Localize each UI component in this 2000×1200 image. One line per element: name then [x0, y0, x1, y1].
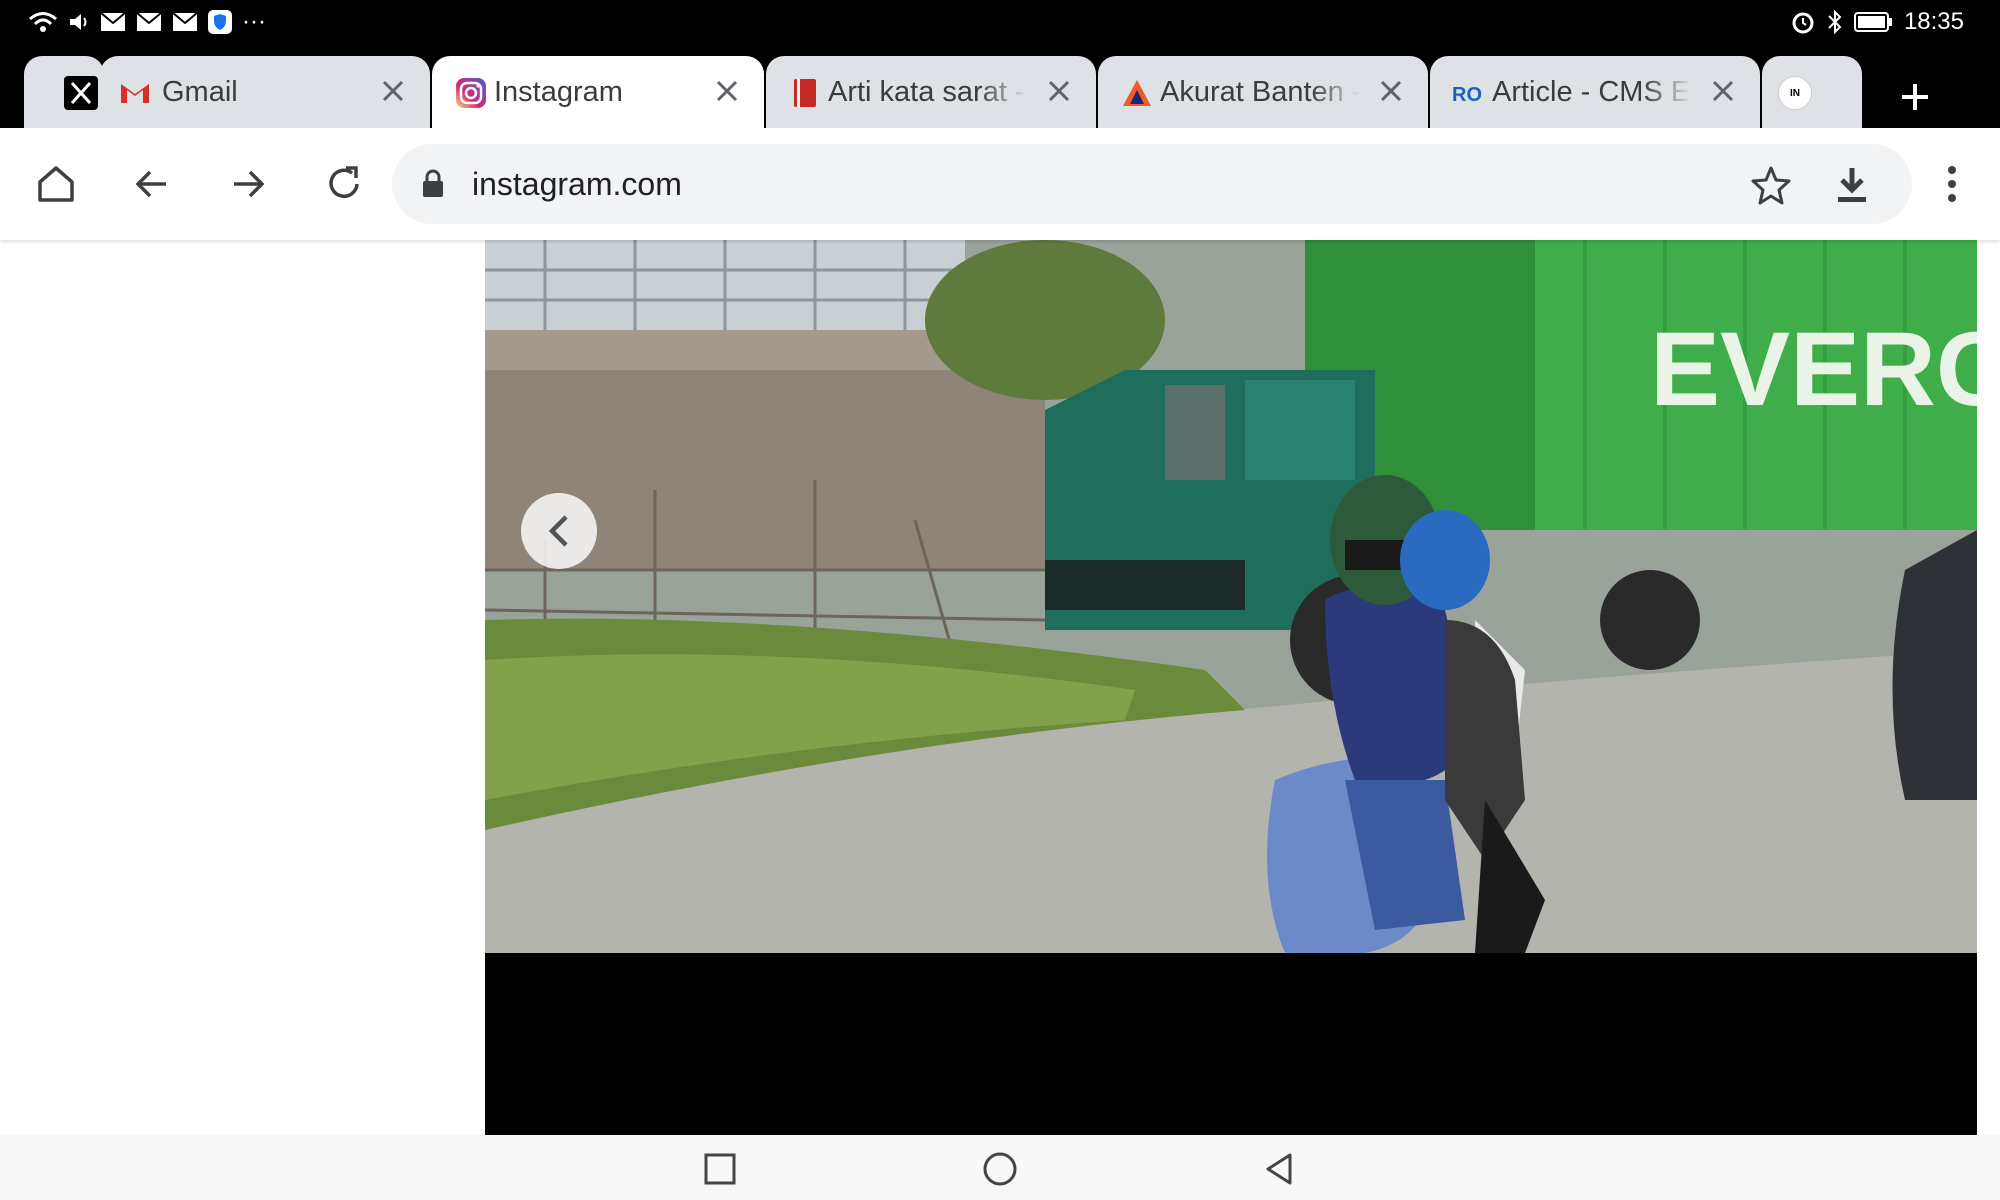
x-twitter-icon	[64, 76, 98, 110]
tab-title: Instagram	[494, 75, 623, 108]
tab-strip: Gmail Instagram Arti kata sarat - Akurat…	[0, 50, 2000, 128]
akurat-icon	[1123, 80, 1151, 106]
tab-article-cms[interactable]: RO Article - CMS E	[1430, 56, 1760, 128]
back-nav-icon[interactable]	[1260, 1149, 1300, 1189]
post-image[interactable]: EVERGR	[485, 240, 1977, 953]
book-icon	[794, 79, 816, 107]
svg-text:RO: RO	[1452, 84, 1482, 106]
status-right-icons: 18:35	[1790, 8, 1964, 36]
status-bar: ··· 18:35	[0, 0, 2000, 50]
lock-icon[interactable]	[418, 168, 448, 200]
status-overflow: ···	[242, 8, 266, 35]
ro-icon: RO	[1452, 84, 1482, 106]
new-tab-button[interactable]	[1890, 72, 1940, 122]
close-icon[interactable]	[1044, 76, 1074, 106]
chevron-left-icon	[548, 515, 568, 547]
browser-toolbar: instagram.com	[0, 128, 2000, 240]
close-icon[interactable]	[712, 76, 742, 106]
container-lettering: EVERGR	[1650, 311, 1977, 428]
home-nav-icon[interactable]	[980, 1149, 1020, 1189]
tab-gmail[interactable]: Gmail	[100, 56, 430, 128]
recents-icon[interactable]	[700, 1149, 740, 1189]
address-bar[interactable]: instagram.com	[392, 144, 1912, 224]
close-icon[interactable]	[378, 76, 408, 106]
instagram-icon	[456, 78, 486, 108]
tab-title: Akurat Banten -	[1160, 75, 1360, 108]
shield-app-icon	[208, 10, 232, 34]
tab-title: Article - CMS E	[1492, 75, 1691, 108]
menu-icon[interactable]	[1938, 162, 1966, 206]
status-time: 18:35	[1903, 8, 1964, 35]
tab-extra[interactable]: IN	[1762, 56, 1862, 128]
tab-extra-favicon: IN	[1778, 76, 1812, 110]
back-icon[interactable]	[130, 162, 174, 206]
tab-title: Gmail	[162, 75, 238, 108]
reload-icon[interactable]	[322, 162, 366, 206]
close-icon[interactable]	[1376, 76, 1406, 106]
mail-icon	[100, 12, 126, 31]
battery-icon	[1853, 12, 1892, 32]
post-media[interactable]: EVERGR	[485, 240, 1977, 1135]
home-icon[interactable]	[34, 162, 78, 206]
tab-arti-kata[interactable]: Arti kata sarat -	[766, 56, 1096, 128]
status-left-icons: ···	[28, 8, 266, 36]
gmail-icon	[121, 84, 149, 103]
tab-instagram[interactable]: Instagram	[432, 56, 764, 128]
alarm-icon	[1792, 12, 1814, 34]
volume-icon	[70, 14, 87, 30]
bookmark-star-icon[interactable]	[1750, 164, 1792, 206]
mail-icon	[172, 12, 198, 31]
wifi-icon	[29, 12, 57, 32]
tab-akurat-banten[interactable]: Akurat Banten -	[1098, 56, 1428, 128]
forward-icon[interactable]	[226, 162, 270, 206]
tab-x-stub[interactable]	[24, 56, 104, 128]
system-nav-bar	[0, 1135, 2000, 1200]
download-icon[interactable]	[1832, 164, 1872, 206]
tab-title: Arti kata sarat -	[828, 75, 1025, 108]
url-text[interactable]: instagram.com	[472, 166, 682, 203]
carousel-prev-button[interactable]	[521, 493, 597, 569]
page-content: EVERGR	[0, 240, 2000, 1135]
mail-icon	[136, 12, 162, 31]
bluetooth-icon	[1828, 9, 1842, 35]
close-icon[interactable]	[1708, 76, 1738, 106]
